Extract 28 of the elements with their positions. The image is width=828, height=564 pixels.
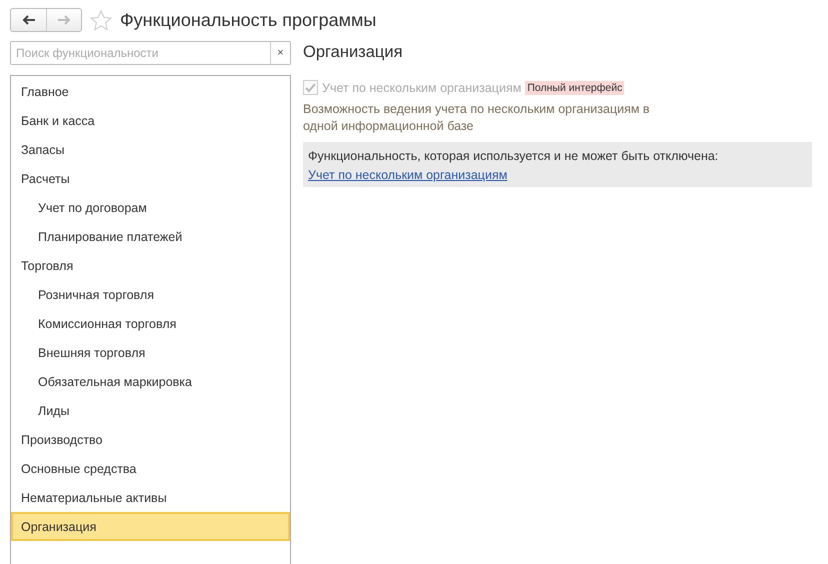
option-description: Возможность ведения учета по нескольким организациям в одной информационной базе <box>303 101 651 135</box>
right-arrow-icon <box>57 15 71 25</box>
section-item[interactable]: Внешняя торговля <box>11 338 290 367</box>
section-item[interactable]: Основные средства <box>11 454 290 483</box>
clear-button[interactable]: × <box>270 42 290 64</box>
section-item[interactable]: Лиды <box>11 396 290 425</box>
star-icon[interactable] <box>90 10 112 30</box>
notice-text: Функциональность, которая используется и не может быть отключена: <box>308 149 720 163</box>
section-item[interactable]: Банк и касса <box>11 106 290 135</box>
section-item[interactable]: Планирование платежей <box>11 222 290 251</box>
section-item[interactable]: Нематериальные активы <box>11 483 290 512</box>
section-item[interactable]: Торговля <box>11 251 290 280</box>
feature-link[interactable]: Учет по нескольким организациям <box>308 168 508 182</box>
section-item[interactable]: Учет по договорам <box>11 193 290 222</box>
section-item[interactable]: Запасы <box>11 135 290 164</box>
interface-badge: Полный интерфейс <box>525 80 624 94</box>
window-title: Функциональность программы <box>120 10 376 30</box>
option-label: Учет по нескольким организациям <box>322 80 522 94</box>
search-field[interactable]: Поиск функциональности × <box>10 41 291 65</box>
section-item[interactable]: Производство <box>11 425 290 454</box>
section-item[interactable]: Обязательная маркировка <box>11 367 290 396</box>
section-item[interactable]: Организация <box>11 512 290 541</box>
section-item[interactable]: Главное <box>11 77 290 106</box>
section-item[interactable]: Комиссионная торговля <box>11 309 290 338</box>
section-title: Организация <box>303 43 404 62</box>
section-item[interactable]: Розничная торговля <box>11 280 290 309</box>
section-item[interactable]: Расчеты <box>11 164 290 193</box>
left-arrow-icon <box>22 15 36 25</box>
